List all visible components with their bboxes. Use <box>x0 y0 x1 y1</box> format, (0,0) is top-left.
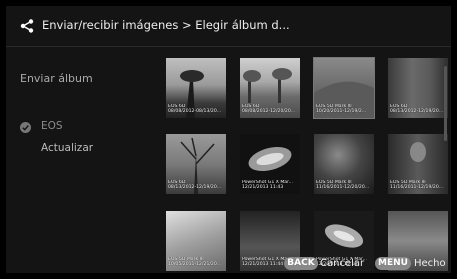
album-thumbnail[interactable]: PowerShot G1 X Mar... 12/21/2013 11:43 <box>240 134 300 194</box>
album-thumbnail[interactable]: EOS 6D 08/13/2012-12/19/20... <box>166 134 226 194</box>
back-key-badge: BACK <box>284 257 318 270</box>
scrollbar[interactable] <box>444 66 447 141</box>
header-bar: Enviar/recibir imágenes > Elegir álbum d… <box>6 6 451 47</box>
footer-bar: BACK Cancelar MENU Hecho <box>6 253 451 273</box>
share-icon <box>20 19 34 33</box>
app-frame: Enviar/recibir imágenes > Elegir álbum d… <box>6 6 451 273</box>
sidebar-title: Enviar álbum <box>20 72 93 85</box>
done-button[interactable]: Hecho <box>414 257 446 270</box>
thumbnail-caption: EOS 6D 08/08/2012-12/20/20... <box>242 103 296 115</box>
sidebar: Enviar álbum EOS Actualizar <box>6 46 156 273</box>
album-thumbnail[interactable]: EOS 5D Mark III 11/16/2011-12/20/20... <box>314 134 374 194</box>
check-icon <box>20 122 31 133</box>
thumbnail-caption: PowerShot G1 X Mar... 12/21/2013 11:43 <box>242 179 293 191</box>
thumbnail-caption: EOS 5D Mark III 10/20/2011-12/19/2... <box>316 103 367 115</box>
thumbnail-caption: EOS 6D 08/08/2012-08/13/20... <box>168 103 222 115</box>
thumbnail-caption: EOS 6D 08/13/2012-12/19/20... <box>168 179 222 191</box>
album-thumbnail[interactable]: EOS 6D 08/13/2012-12/19/20... <box>388 58 448 118</box>
thumbnail-caption: EOS 6D 08/13/2012-12/19/20... <box>390 103 444 115</box>
cancel-button[interactable]: Cancelar <box>320 257 364 270</box>
album-thumbnail[interactable]: EOS 6D 08/08/2012-08/13/20... <box>166 58 226 118</box>
sidebar-item-update[interactable]: Actualizar <box>41 142 93 154</box>
page-title: Enviar/recibir imágenes > Elegir álbum d… <box>42 18 290 32</box>
album-thumbnail-selected[interactable]: EOS 5D Mark III 10/20/2011-12/19/2... <box>313 57 375 119</box>
thumbnail-caption: EOS 5D Mark III 11/16/2011-12/19/20... <box>390 179 444 191</box>
thumbnail-caption: EOS 5D Mark III 11/16/2011-12/20/20... <box>316 179 370 191</box>
menu-key-badge: MENU <box>375 257 411 270</box>
sidebar-item-eos[interactable]: EOS <box>41 120 63 132</box>
album-thumbnail[interactable]: EOS 5D Mark III 11/16/2011-12/19/20... <box>388 134 448 194</box>
album-grid: EOS 6D 08/08/2012-08/13/20... EOS 6D 08/… <box>161 57 451 273</box>
album-thumbnail[interactable]: EOS 6D 08/08/2012-12/20/20... <box>240 58 300 118</box>
